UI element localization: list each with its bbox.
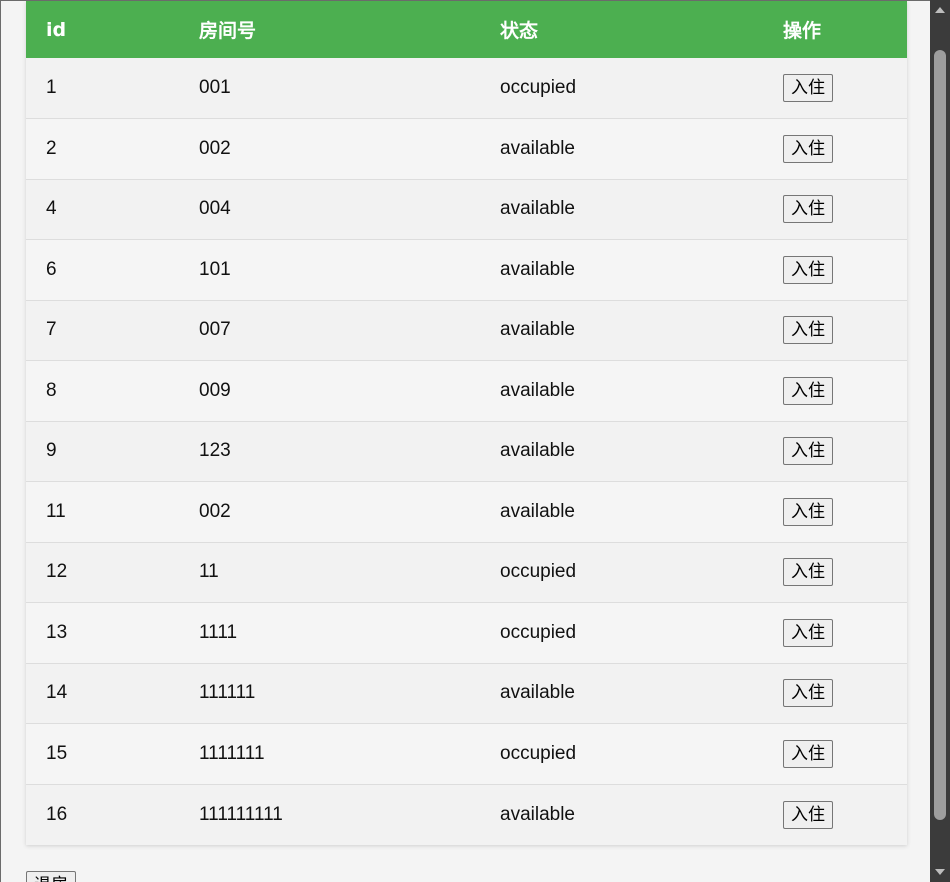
table-row: 6 101 available 入住 [26, 239, 907, 301]
check-in-button[interactable]: 入住 [783, 195, 833, 224]
cell-id: 16 [46, 803, 68, 825]
cell-id: 6 [46, 258, 57, 280]
cell-id: 4 [46, 198, 57, 220]
cell-id: 11 [46, 500, 66, 522]
cell-id: 7 [46, 319, 57, 341]
cell-room-number: 123 [199, 440, 231, 462]
check-in-button[interactable]: 入住 [783, 679, 833, 708]
cell-id: 1 [46, 77, 57, 98]
cell-status: available [500, 379, 575, 401]
rooms-table-container: id 房间号 状态 操作 1 001 occupied 入住 2 002 available… [26, 1, 907, 845]
table-row: 12 11 occupied 入住 [26, 542, 907, 603]
table-row: 2 002 available 入住 [26, 118, 907, 180]
cell-id: 13 [46, 621, 68, 643]
cell-status: available [500, 137, 575, 159]
cell-room-number: 004 [199, 198, 231, 220]
cell-room-number: 009 [199, 379, 231, 401]
cell-room-number: 007 [199, 319, 231, 341]
check-in-button[interactable]: 入住 [783, 134, 833, 163]
cell-action: 入住 [763, 179, 907, 240]
header-status: 状态 [500, 20, 539, 42]
table-body: 1 001 occupied 入住 2 002 available 入住 4 004 availab… [26, 58, 907, 845]
cell-room-number: 11 [199, 561, 219, 583]
cell-status: available [500, 319, 575, 341]
cell-action: 入住 [763, 300, 907, 361]
cell-action: 入住 [763, 724, 907, 785]
cell-status: occupied [500, 77, 577, 98]
cell-status: occupied [500, 621, 577, 643]
cell-action: 入住 [763, 603, 907, 664]
scroll-up-arrow-icon[interactable] [930, 0, 950, 20]
cell-room-number: 001 [199, 77, 231, 98]
check-in-button[interactable]: 入住 [783, 376, 833, 405]
cell-action: 入住 [763, 542, 907, 603]
table-header-row: id 房间号 状态 操作 [26, 1, 907, 58]
cell-status: available [500, 198, 575, 220]
page-frame: id 房间号 状态 操作 1 001 occupied 入住 2 002 available… [0, 0, 930, 882]
cell-action: 入住 [763, 361, 907, 422]
cell-room-number: 002 [199, 500, 231, 522]
cell-action: 入住 [763, 119, 907, 180]
table-row: 13 1111 occupied 入住 [26, 602, 907, 664]
table-row: 4 004 available 入住 [26, 179, 907, 240]
check-in-button[interactable]: 入住 [783, 497, 833, 526]
header-id: id [46, 18, 67, 41]
check-in-button[interactable]: 入住 [783, 739, 833, 768]
cell-id: 8 [46, 379, 57, 401]
cell-room-number: 1111 [199, 621, 238, 643]
cell-action: 入住 [763, 663, 907, 724]
check-in-button[interactable]: 入住 [783, 74, 833, 102]
scroll-down-arrow-icon[interactable] [930, 862, 950, 882]
cell-status: available [500, 682, 575, 704]
cell-room-number: 1111111 [199, 742, 265, 764]
table-row: 11 002 available 入住 [26, 481, 907, 543]
cell-id: 2 [46, 137, 57, 159]
table-row: 7 007 available 入住 [26, 300, 907, 361]
check-in-button[interactable]: 入住 [783, 255, 833, 284]
scrollbar-thumb[interactable] [934, 50, 946, 820]
table-header: id 房间号 状态 操作 [26, 1, 907, 58]
cell-action: 入住 [763, 482, 907, 543]
cell-status: occupied [500, 742, 577, 764]
cell-status: available [500, 258, 575, 280]
cell-id: 12 [46, 561, 68, 583]
checkout-button[interactable]: 退房 [26, 871, 76, 882]
table-row: 1 001 occupied 入住 [26, 58, 907, 119]
check-in-button[interactable]: 入住 [783, 618, 833, 647]
table-row: 8 009 available 入住 [26, 360, 907, 422]
cell-status: available [500, 440, 575, 462]
cell-id: 14 [46, 682, 68, 704]
cell-room-number: 101 [199, 258, 231, 280]
cell-status: available [500, 803, 575, 825]
cell-status: available [500, 500, 575, 522]
check-in-button[interactable]: 入住 [783, 437, 833, 466]
header-action: 操作 [783, 20, 822, 42]
cell-action: 入住 [763, 421, 907, 482]
cell-action: 入住 [763, 784, 907, 845]
cell-action: 入住 [763, 240, 907, 301]
cell-action: 入住 [763, 58, 907, 119]
check-in-button[interactable]: 入住 [783, 316, 833, 345]
table-row: 16 111111111 available 入住 [26, 784, 907, 845]
cell-id: 15 [46, 742, 68, 764]
check-in-button[interactable]: 入住 [783, 800, 833, 829]
cell-room-number: 002 [199, 137, 231, 159]
header-room-number: 房间号 [199, 20, 257, 42]
vertical-scrollbar[interactable] [930, 0, 950, 882]
table-row: 15 1111111 occupied 入住 [26, 723, 907, 785]
cell-id: 9 [46, 440, 57, 462]
check-in-button[interactable]: 入住 [783, 558, 833, 587]
rooms-table: id 房间号 状态 操作 1 001 occupied 入住 2 002 available… [26, 1, 907, 845]
table-row: 14 111111 available 入住 [26, 663, 907, 724]
table-row: 9 123 available 入住 [26, 421, 907, 482]
cell-room-number: 111111111 [199, 803, 283, 825]
cell-status: occupied [500, 561, 577, 583]
cell-room-number: 111111 [199, 682, 256, 704]
